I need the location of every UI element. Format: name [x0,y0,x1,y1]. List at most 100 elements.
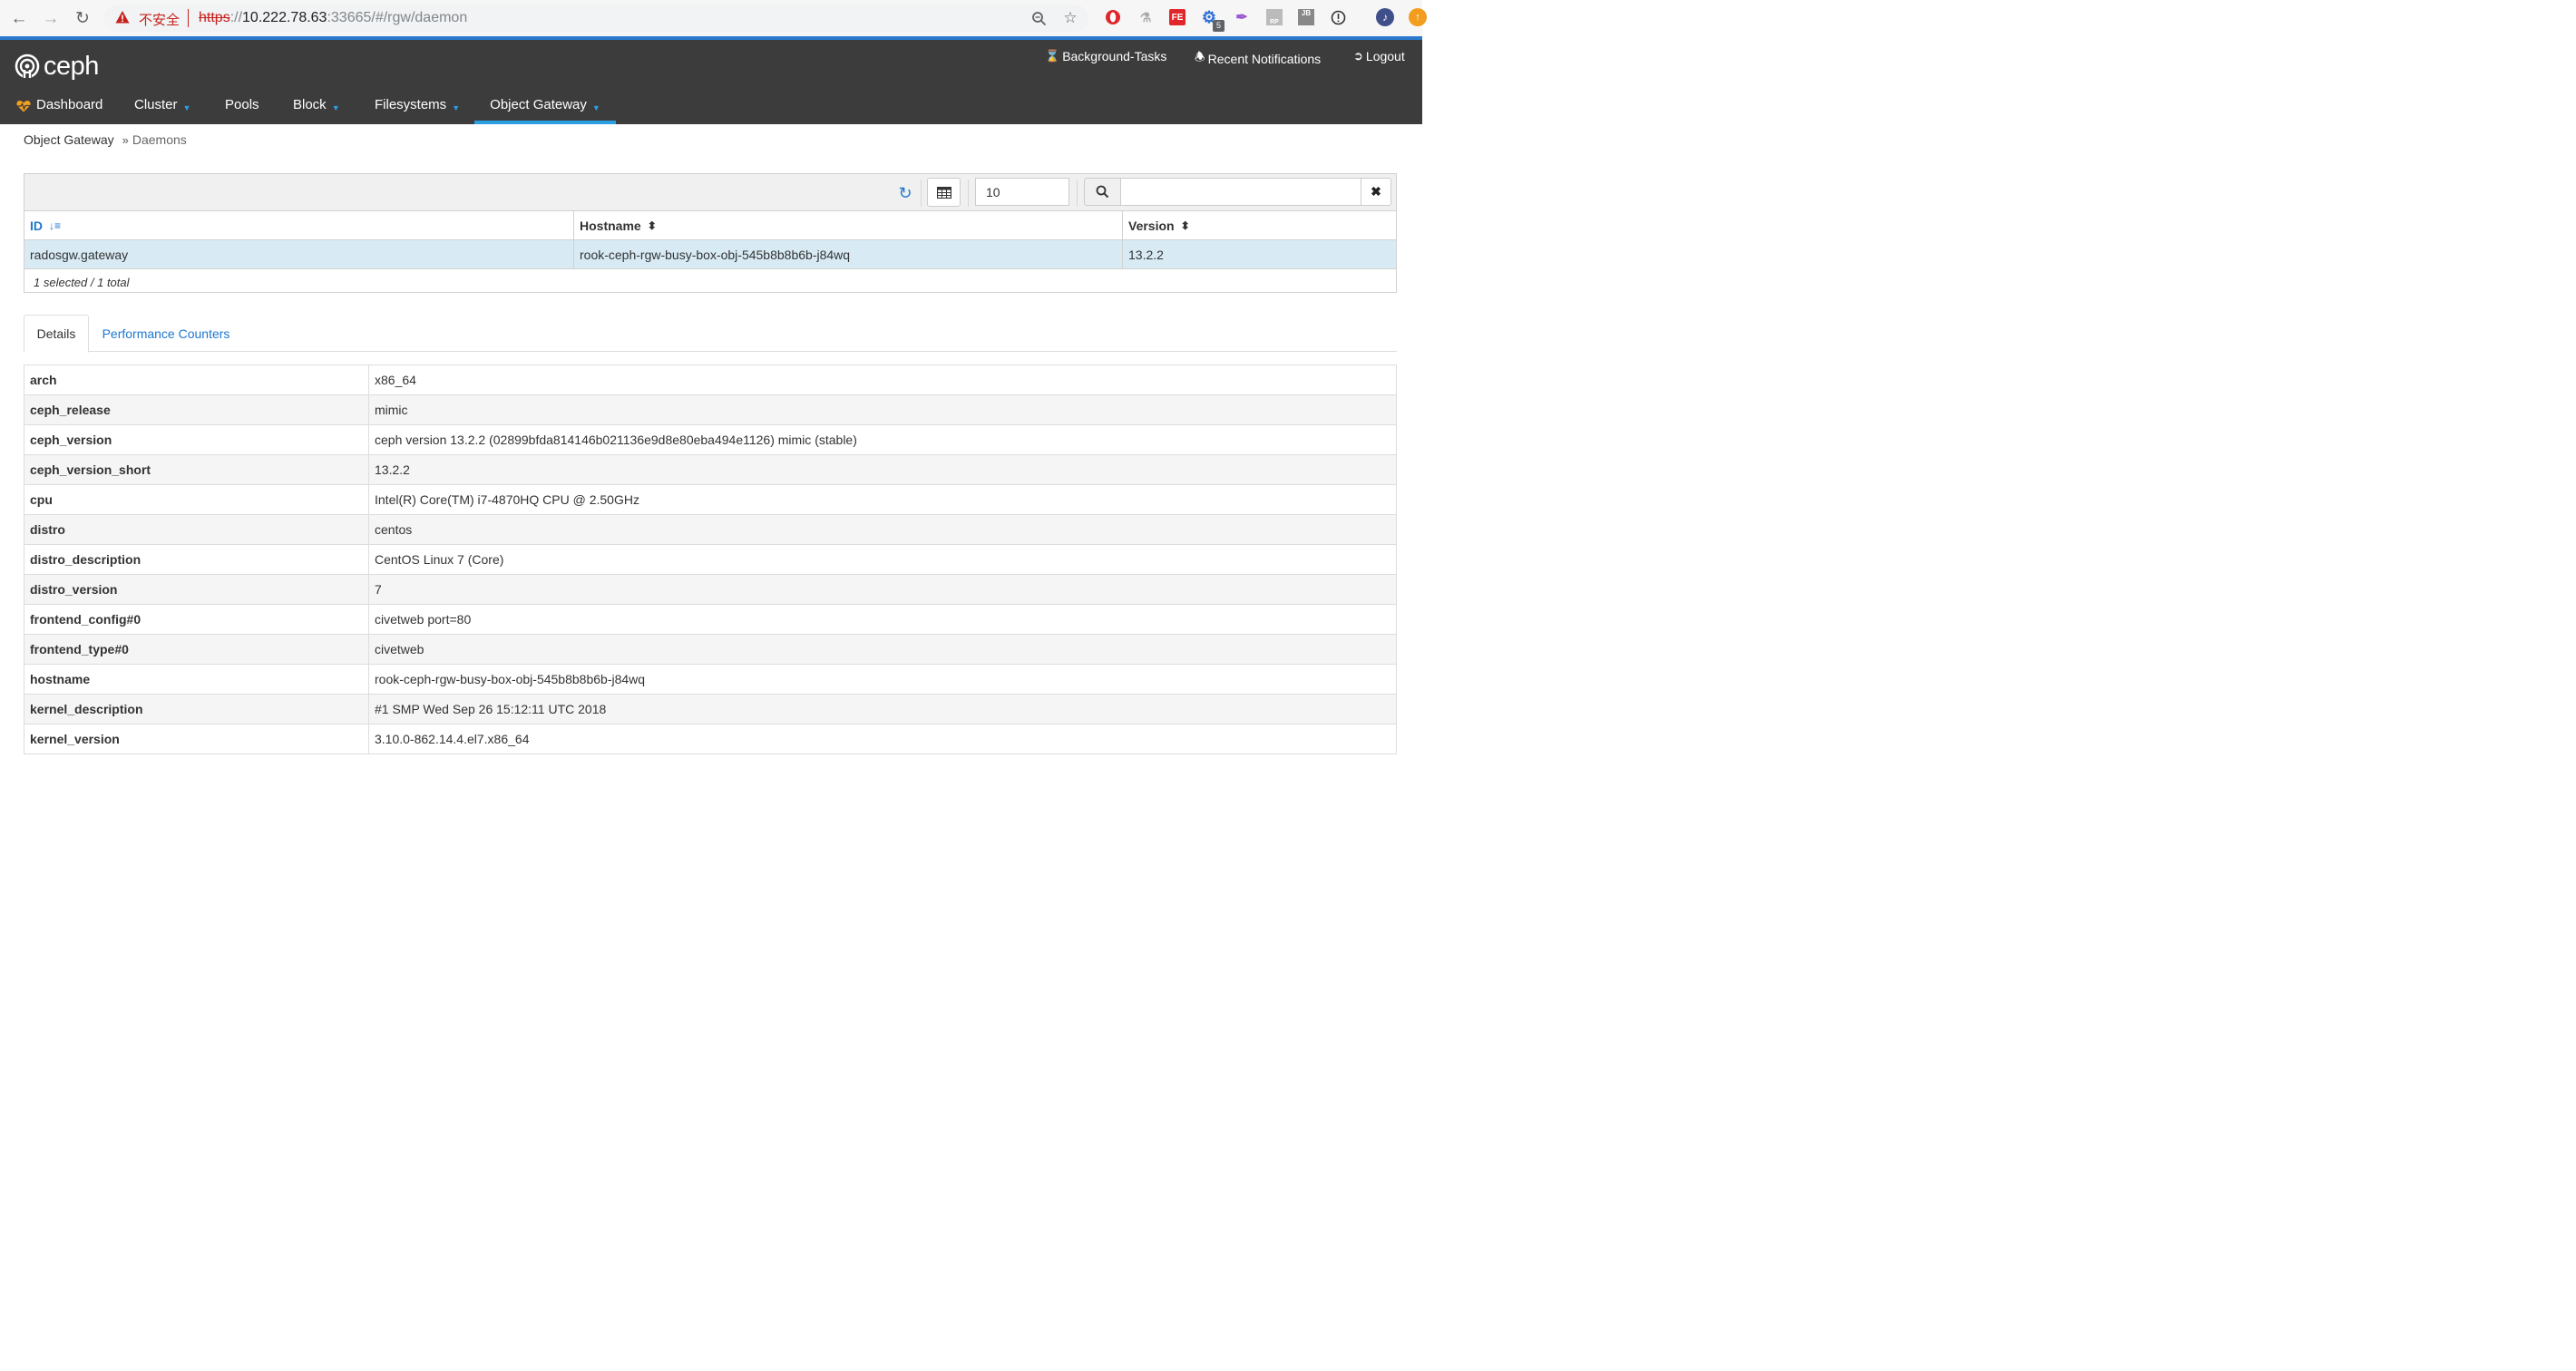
ceph-logo[interactable]: ceph [15,52,99,81]
info-extension-icon[interactable] [1330,9,1346,25]
column-toggle-button[interactable] [927,178,961,207]
hourglass-icon: ⌛ [1045,49,1060,63]
sort-icon: ⬍ [647,219,657,232]
detail-key: arch [24,365,369,395]
nav-block-label: Block [293,97,327,112]
recent-notifications-label: Recent Notifications [1207,52,1322,66]
profile-avatar[interactable]: ♪ [1376,8,1394,26]
pen-extension-icon[interactable]: ✒ [1234,9,1250,25]
jb-extension-icon[interactable]: JB [1298,9,1314,25]
detail-key: distro [24,514,369,545]
refresh-icon[interactable]: ↻ [895,183,915,203]
rp-extension-icon[interactable]: RP [1266,9,1283,25]
detail-value: x86_64 [368,365,1397,395]
nav-object-gateway-label: Object Gateway [490,97,587,112]
table-row[interactable]: radosgw.gateway rook-ceph-rgw-busy-box-o… [24,240,1396,269]
nav-object-gateway[interactable]: Object Gateway ▼ [474,94,616,124]
forward-icon[interactable]: → [40,7,62,29]
logo-text: ceph [44,51,99,81]
detail-value: #1 SMP Wed Sep 26 15:12:11 UTC 2018 [368,694,1397,724]
caret-down-icon: ▼ [452,103,461,112]
detail-key: distro_description [24,544,369,575]
page-size-input[interactable] [975,178,1069,206]
nav-cluster[interactable]: Cluster ▼ [134,94,190,124]
detail-value: centos [368,514,1397,545]
cell-version: 13.2.2 [1128,247,1164,262]
column-header-version-label: Version [1128,219,1175,233]
nav-dashboard-label: Dashboard [36,97,103,112]
breadcrumb-separator-icon: » [122,133,129,147]
cell-hostname: rook-ceph-rgw-busy-box-obj-545b8b8b6b-j8… [574,240,1123,268]
detail-key: kernel_description [24,694,369,724]
detail-key: frontend_type#0 [24,634,369,665]
heartbeat-icon [16,101,31,112]
breadcrumb-parent[interactable]: Object Gateway [24,132,114,147]
details-row: cpu Intel(R) Core(TM) i7-4870HQ CPU @ 2.5… [24,484,1397,515]
search-input[interactable] [1120,178,1361,206]
column-header-id-label: ID [30,219,43,233]
background-tasks-label: Background-Tasks [1062,49,1167,63]
nav-pools-label: Pools [225,97,259,112]
back-icon[interactable]: ← [8,7,30,29]
clear-search-icon[interactable]: ✖ [1361,178,1391,206]
cell-id: radosgw.gateway [24,240,574,268]
address-bar[interactable]: 不安全 https://10.222.78.63:33665/#/rgw/dae… [104,5,1088,32]
tab-performance-counters[interactable]: Performance Counters [98,315,234,352]
url-path: :33665/#/rgw/daemon [327,10,468,25]
update-icon[interactable]: ↑ [1409,8,1427,26]
main-nav: Dashboard Cluster ▼ Pools Block ▼ Filesy… [0,94,1422,124]
reload-icon[interactable]: ↻ [72,7,93,29]
detail-value: rook-ceph-rgw-busy-box-obj-545b8b8b6b-j8… [368,664,1397,695]
security-label[interactable]: 不安全 [139,10,180,29]
toolbar-divider [968,180,969,207]
logout-label: Logout [1365,49,1405,63]
bell-icon: 🕭 [1195,50,1205,63]
detail-key: ceph_release [24,394,369,425]
toolbar-divider [921,180,922,207]
sort-ascending-icon: ↓≡ [49,219,62,232]
details-table: arch x86_64 ceph_release mimic ceph_version c… [24,365,1397,754]
detail-value: mimic [368,394,1397,425]
zoom-icon[interactable] [1030,10,1047,26]
background-tasks-link[interactable]: ⌛ Background-Tasks [1045,49,1166,63]
warning-icon [115,11,130,24]
sign-out-icon: ➲ [1353,49,1363,63]
opera-extension-icon[interactable] [1105,9,1121,25]
breadcrumb: Object Gateway » Daemons [24,132,187,147]
nav-block[interactable]: Block ▼ [293,94,340,124]
detail-key: distro_version [24,574,369,605]
app-header: ceph ⌛ Background-Tasks 🕭 Recent Notific… [0,40,1422,124]
extension-badge: 5 [1213,20,1225,32]
caret-down-icon: ▼ [182,103,191,112]
column-header-hostname[interactable]: Hostname ⬍ [574,211,1123,240]
search-icon[interactable] [1084,178,1120,206]
table-header: ID ↓≡ Hostname ⬍ Version ⬍ [24,211,1396,240]
sort-icon: ⬍ [1180,219,1190,232]
bookmark-star-icon[interactable]: ☆ [1062,9,1078,26]
detail-key: cpu [24,484,369,515]
fe-extension-icon[interactable]: FE [1169,9,1186,25]
details-body: arch x86_64 ceph_release mimic ceph_version c… [24,365,1397,754]
details-row: arch x86_64 [24,365,1397,395]
nav-filesystems[interactable]: Filesystems ▼ [375,94,460,124]
details-row: ceph_version ceph version 13.2.2 (02899bf… [24,424,1397,455]
detail-value: Intel(R) Core(TM) i7-4870HQ CPU @ 2.50GH… [368,484,1397,515]
detail-key: ceph_version_short [24,454,369,485]
details-row: ceph_version_short 13.2.2 [24,454,1397,485]
detail-value: 7 [368,574,1397,605]
logout-link[interactable]: ➲ Logout [1353,49,1405,63]
nav-pools[interactable]: Pools [225,94,259,124]
details-row: kernel_description #1 SMP Wed Sep 26 15:1… [24,694,1397,724]
recent-notifications-link[interactable]: 🕭 Recent Notifications [1195,49,1321,69]
detail-value: ceph version 13.2.2 (02899bfda814146b021… [368,424,1397,455]
column-header-id[interactable]: ID ↓≡ [24,211,574,240]
nav-cluster-label: Cluster [134,97,178,112]
nav-dashboard[interactable]: Dashboard [16,94,102,124]
breadcrumb-current: Daemons [132,132,187,147]
url-scheme-separator: :// [229,10,243,25]
url-text[interactable]: https://10.222.78.63:33665/#/rgw/daemon [199,10,467,26]
tree-extension-icon[interactable]: ⚗ [1137,9,1154,25]
ceph-logo-icon [15,53,40,79]
tab-details[interactable]: Details [24,315,89,353]
column-header-version[interactable]: Version ⬍ [1123,211,1396,240]
